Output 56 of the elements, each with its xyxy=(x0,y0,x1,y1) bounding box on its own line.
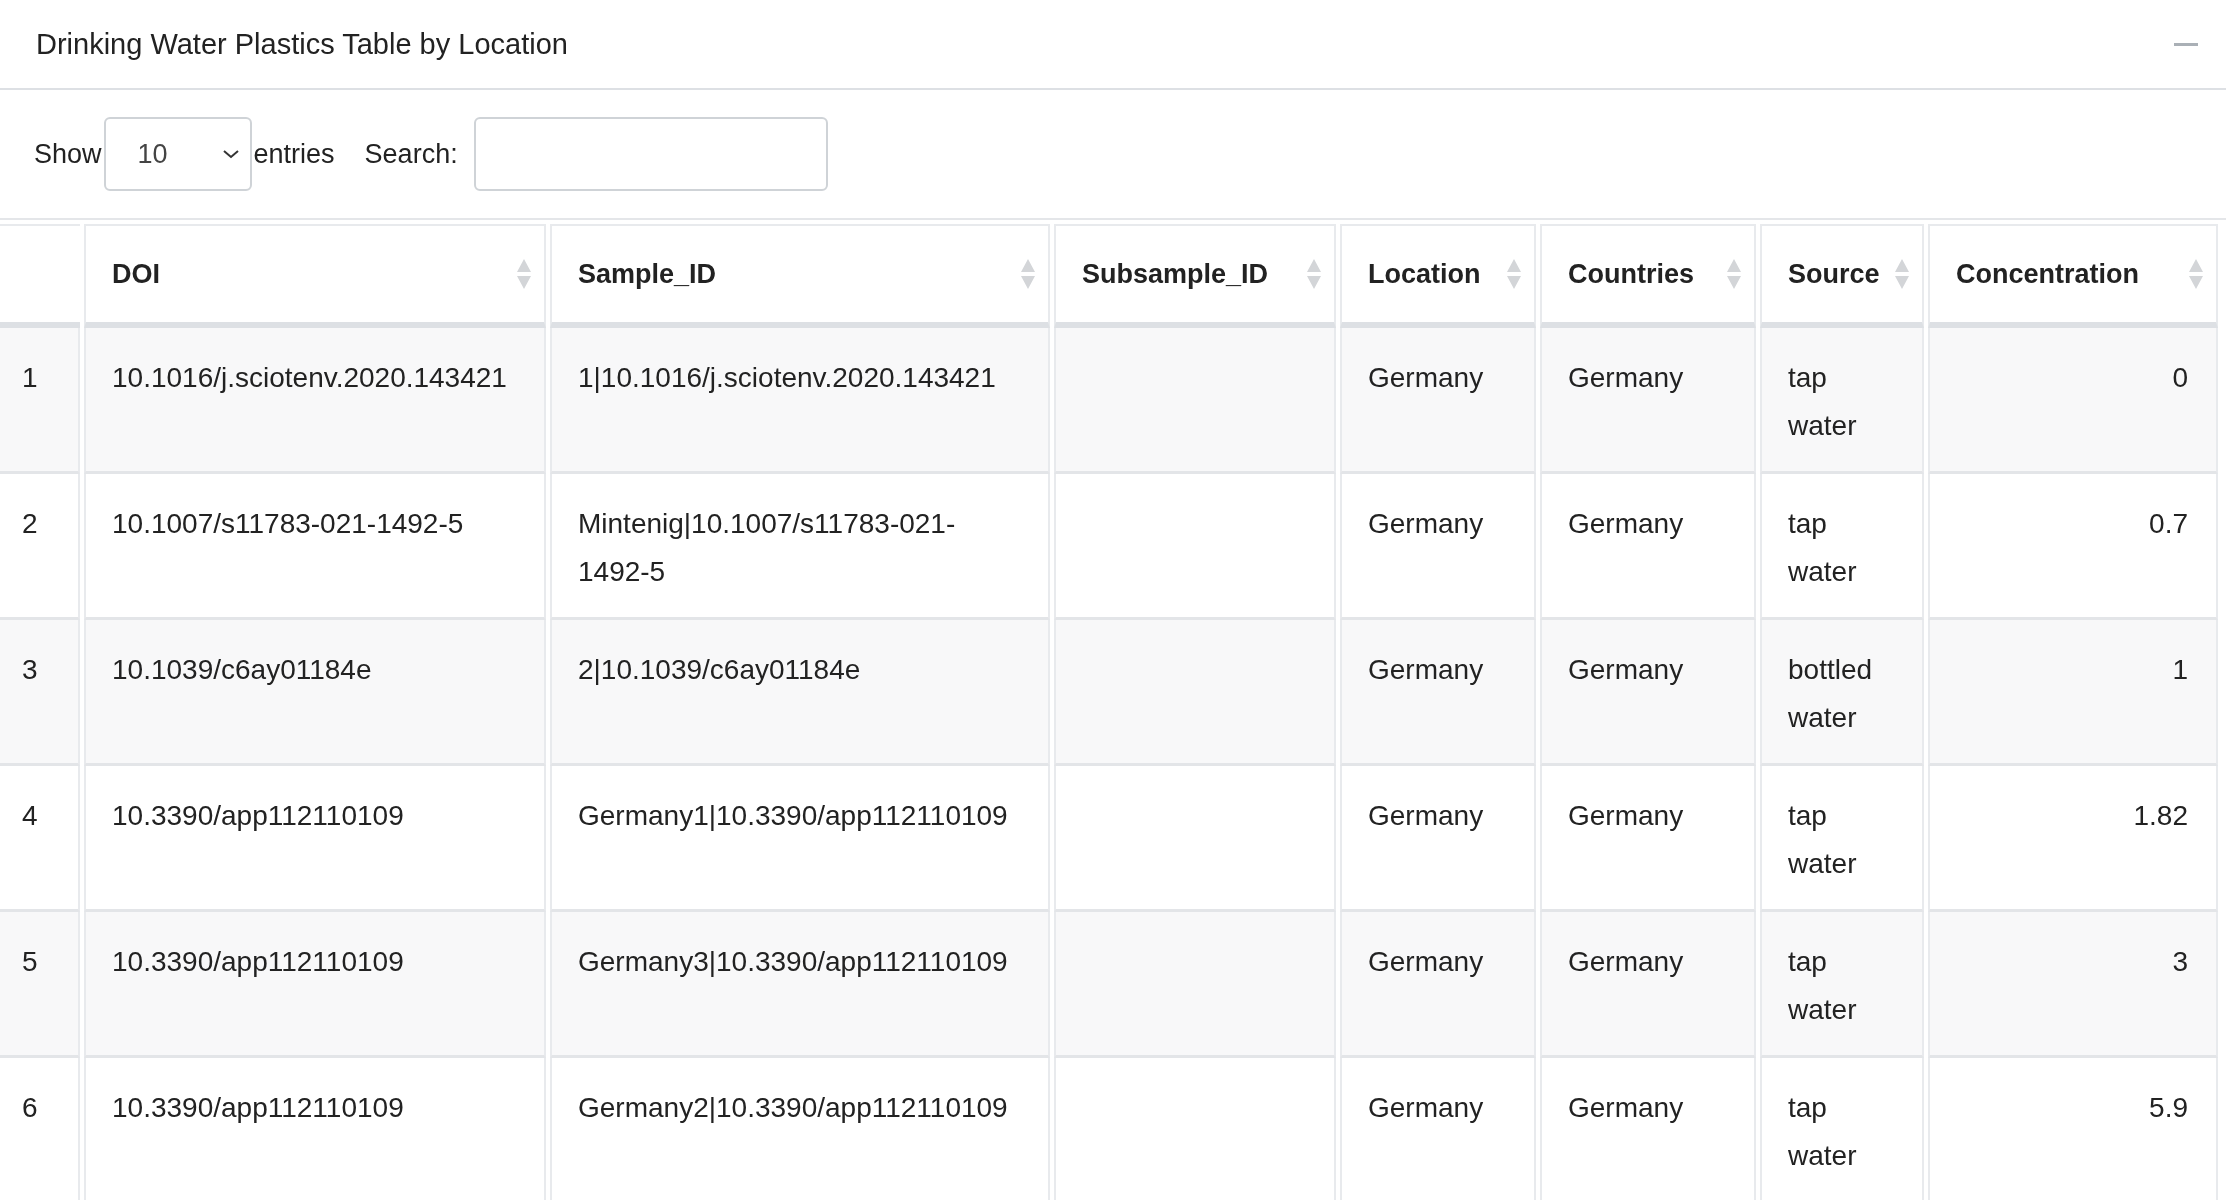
minus-icon xyxy=(2174,42,2198,46)
table-cell: Germany xyxy=(1540,328,1756,474)
table-cell: tap water xyxy=(1760,1058,1924,1200)
table-cell: Germany xyxy=(1340,912,1536,1058)
table-cell: tap water xyxy=(1760,474,1924,620)
sort-icon xyxy=(2188,257,2204,291)
search-label: Search: xyxy=(364,138,458,170)
table-cell: 10.3390/app112110109 xyxy=(84,912,546,1058)
show-label: Show xyxy=(34,138,102,170)
table-cell: Germany xyxy=(1340,766,1536,912)
row-number: 1 xyxy=(0,328,80,474)
table-cell: 0 xyxy=(1928,328,2218,474)
sort-icon xyxy=(1894,257,1910,291)
table-cell: bottled water xyxy=(1760,620,1924,766)
row-number: 5 xyxy=(0,912,80,1058)
table-cell: 3 xyxy=(1928,912,2218,1058)
row-number: 2 xyxy=(0,474,80,620)
table-cell: Mintenig|10.1007/s11783-021-1492-5 xyxy=(550,474,1050,620)
table-cell: 10.1039/c6ay01184e xyxy=(84,620,546,766)
table-cell: Germany xyxy=(1540,766,1756,912)
table-cell: Germany xyxy=(1340,620,1536,766)
table-cell: Germany2|10.3390/app112110109 xyxy=(550,1058,1050,1200)
table-cell: 1.82 xyxy=(1928,766,2218,912)
search-field[interactable] xyxy=(473,117,828,191)
table-cell: Germany xyxy=(1340,474,1536,620)
table-cell: 1 xyxy=(1928,620,2218,766)
sort-icon xyxy=(516,257,532,291)
row-number: 4 xyxy=(0,766,80,912)
table-cell: 10.3390/app112110109 xyxy=(84,1058,546,1200)
table-cell: tap water xyxy=(1760,328,1924,474)
table-cell: 0.7 xyxy=(1928,474,2218,620)
row-number: 3 xyxy=(0,620,80,766)
table-cell: Germany xyxy=(1540,1058,1756,1200)
table-cell: Germany xyxy=(1540,620,1756,766)
table-cell: 10.1007/s11783-021-1492-5 xyxy=(84,474,546,620)
table-cell: Germany1|10.3390/app112110109 xyxy=(550,766,1050,912)
table-cell: 2|10.1039/c6ay01184e xyxy=(550,620,1050,766)
table-cell: 5.9 xyxy=(1928,1058,2218,1200)
table-cell: Germany xyxy=(1540,474,1756,620)
table-cell: 10.1016/j.sciotenv.2020.143421 xyxy=(84,328,546,474)
entries-select[interactable]: 10 xyxy=(103,117,252,191)
table-cell: tap water xyxy=(1760,912,1924,1058)
panel-title: Drinking Water Plastics Table by Location xyxy=(36,27,568,61)
entries-label: entries xyxy=(253,138,335,170)
sort-icon xyxy=(1020,257,1036,291)
table-cell: Germany xyxy=(1340,328,1536,474)
table-cell: Germany xyxy=(1540,912,1756,1058)
sort-icon xyxy=(1726,257,1742,291)
table-cell: 1|10.1016/j.sciotenv.2020.143421 xyxy=(550,328,1050,474)
sort-icon xyxy=(1306,257,1322,291)
table-cell: Germany xyxy=(1340,1058,1536,1200)
table-cell: tap water xyxy=(1760,766,1924,912)
table-cell: Germany3|10.3390/app112110109 xyxy=(550,912,1050,1058)
chevron-down-icon xyxy=(221,149,240,159)
sort-icon xyxy=(1506,257,1522,291)
table-cell: 10.3390/app112110109 xyxy=(84,766,546,912)
